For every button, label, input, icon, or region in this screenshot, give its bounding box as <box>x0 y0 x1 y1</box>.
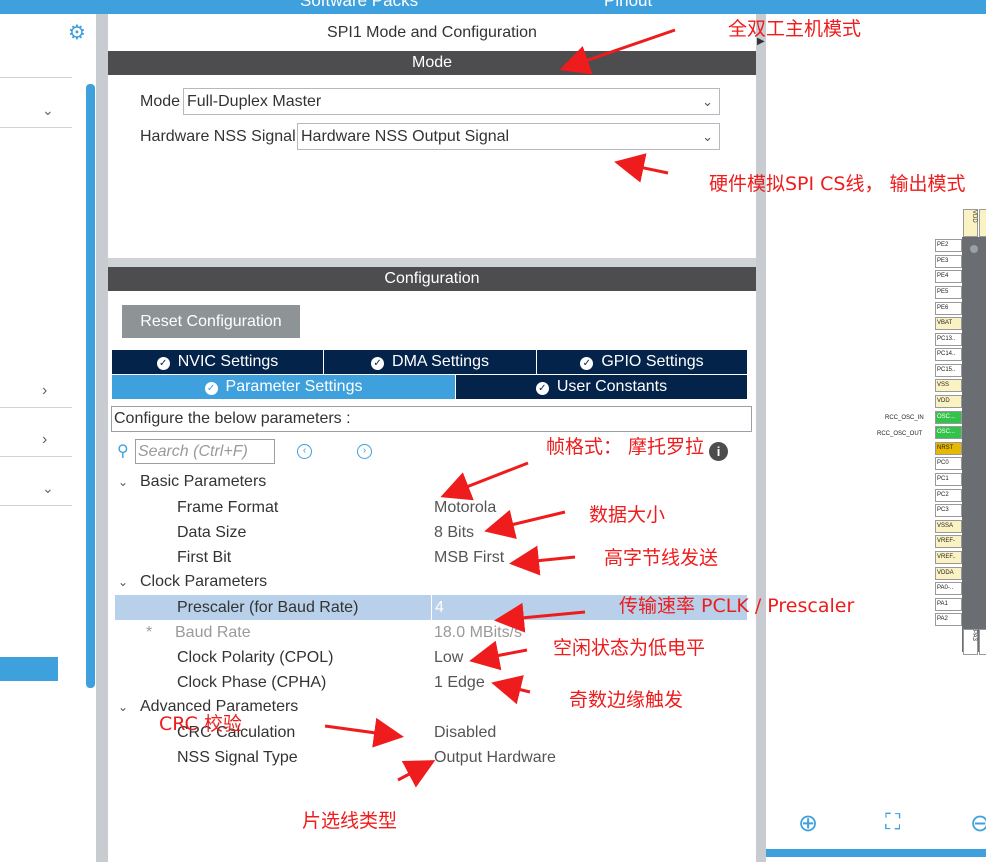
annotation-text: CRC 校验 <box>159 713 242 735</box>
annotation-text: 硬件模拟SPI CS线， 输出模式 <box>709 173 966 195</box>
arrow-prescaler <box>494 602 586 633</box>
arrow-cpha <box>491 675 531 705</box>
arrow-cpol <box>469 640 528 671</box>
arrow-mode <box>559 28 676 75</box>
arrow-nss <box>614 153 669 183</box>
annotation-text: 数据大小 <box>589 504 666 526</box>
arrow-crc <box>324 717 404 748</box>
annotation-text: 奇数边缘触发 <box>569 689 684 711</box>
annotation-text: 空闲状态为低电平 <box>553 637 706 659</box>
arrow-data-size <box>484 509 566 539</box>
arrow-frame-format <box>440 461 529 501</box>
annotation-text: 全双工主机模式 <box>728 18 862 40</box>
annotation-arrows <box>324 28 676 788</box>
annotation-text: 高字节线发送 <box>604 547 719 569</box>
arrow-first-bit <box>509 545 576 576</box>
annotation-text: 传输速率 PCLK / Prescaler <box>619 595 855 617</box>
annotation-text: 片选线类型 <box>302 810 398 832</box>
annotation-text: 帧格式： 摩托罗拉 <box>546 436 705 458</box>
arrow-nss-type <box>397 760 436 788</box>
